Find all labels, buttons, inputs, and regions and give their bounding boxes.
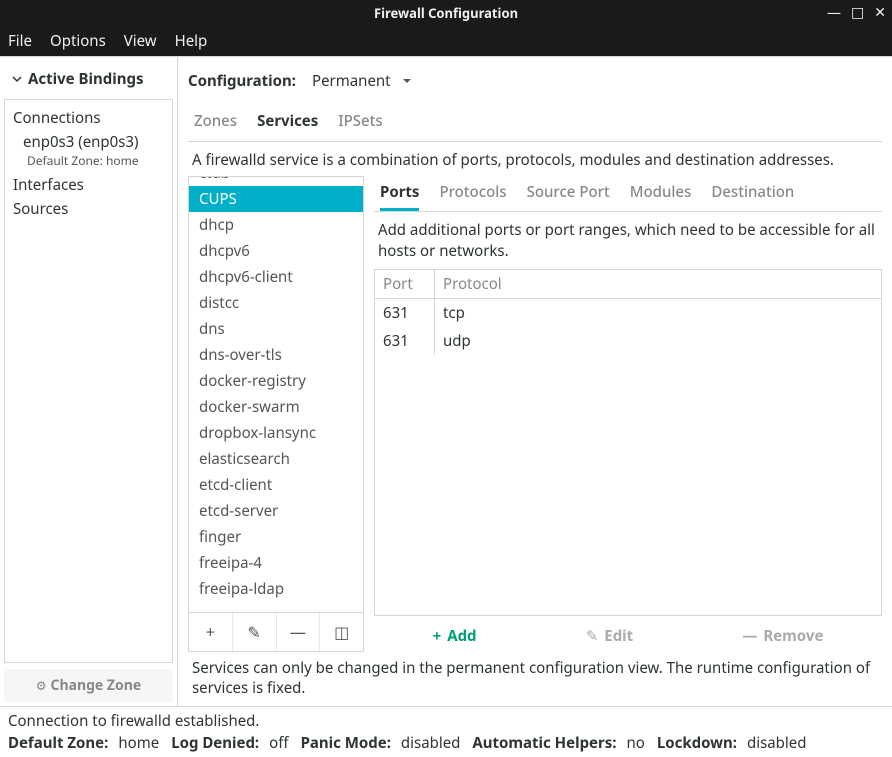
window-title: Firewall Configuration xyxy=(374,4,518,22)
configuration-dropdown[interactable]: Permanent xyxy=(308,69,417,93)
left-panel: Active Bindings Connections enp0s3 (enp0… xyxy=(0,57,178,706)
right-panel: Configuration: Permanent Zones Services … xyxy=(178,57,892,706)
dtab-destination[interactable]: Destination xyxy=(711,176,794,211)
service-item[interactable]: etcd-client xyxy=(189,472,363,498)
status-connection: Connection to firewalld established. xyxy=(8,711,884,731)
minus-icon: — xyxy=(742,626,757,646)
titlebar: Firewall Configuration — □ ✕ xyxy=(0,0,892,26)
col-protocol[interactable]: Protocol xyxy=(435,270,510,298)
cell-port: 631 xyxy=(375,327,435,355)
service-item[interactable]: dns xyxy=(189,316,363,342)
status-log-denied-key: Log Denied: xyxy=(171,733,259,753)
tab-services[interactable]: Services xyxy=(257,111,318,135)
tree-sources[interactable]: Sources xyxy=(9,197,168,221)
service-item[interactable]: etcd-server xyxy=(189,498,363,524)
tree-connection-item[interactable]: enp0s3 (enp0s3) xyxy=(9,130,168,152)
change-zone-label: Change Zone xyxy=(51,676,142,695)
tree-connections[interactable]: Connections xyxy=(9,106,168,130)
status-panic-val: disabled xyxy=(391,733,460,753)
active-bindings-header[interactable]: Active Bindings xyxy=(4,65,173,99)
port-remove-button[interactable]: — Remove xyxy=(742,626,823,646)
service-item[interactable]: elasticsearch xyxy=(189,446,363,472)
ports-description: Add additional ports or port ranges, whi… xyxy=(374,212,882,269)
menu-help[interactable]: Help xyxy=(175,31,208,51)
statusbar: Connection to firewalld established. Def… xyxy=(0,706,892,757)
tab-ipsets[interactable]: IPSets xyxy=(338,111,382,135)
services-toolbar: + ✎ — ◫ xyxy=(188,613,364,652)
service-item[interactable]: dhcpv6 xyxy=(189,238,363,264)
configuration-value: Permanent xyxy=(312,71,391,91)
detail-tabs: Ports Protocols Source Port Modules Dest… xyxy=(374,176,882,212)
service-item[interactable]: dhcpv6-client xyxy=(189,264,363,290)
close-icon[interactable]: ✕ xyxy=(874,2,886,24)
dtab-ports[interactable]: Ports xyxy=(380,176,419,211)
port-add-label: Add xyxy=(447,626,476,646)
service-item[interactable]: dropbox-lansync xyxy=(189,420,363,446)
dtab-source-port[interactable]: Source Port xyxy=(527,176,610,211)
service-item[interactable]: docker-registry xyxy=(189,368,363,394)
status-lockdown-key: Lockdown: xyxy=(657,733,737,753)
service-item[interactable]: distcc xyxy=(189,290,363,316)
service-add-button[interactable]: + xyxy=(189,613,232,651)
status-auto-key: Automatic Helpers: xyxy=(472,733,616,753)
status-lockdown-val: disabled xyxy=(737,733,806,753)
dtab-protocols[interactable]: Protocols xyxy=(439,176,506,211)
service-defaults-button[interactable]: ◫ xyxy=(319,613,363,651)
table-row[interactable]: 631udp xyxy=(375,327,881,355)
service-item[interactable]: docker-swarm xyxy=(189,394,363,420)
chevron-down-icon xyxy=(12,74,22,84)
minimize-icon[interactable]: — xyxy=(827,2,841,24)
configuration-label: Configuration: xyxy=(188,71,296,91)
dtab-modules[interactable]: Modules xyxy=(630,176,692,211)
cell-port: 631 xyxy=(375,299,435,327)
plus-icon: + xyxy=(433,626,442,646)
change-zone-button[interactable]: ⚙ Change Zone xyxy=(4,669,173,702)
service-item[interactable]: CUPS xyxy=(189,186,363,212)
status-default-zone-val: home xyxy=(108,733,159,753)
service-item[interactable]: freeipa-4 xyxy=(189,550,363,576)
service-item[interactable]: freeipa-ldap xyxy=(189,576,363,602)
service-remove-button[interactable]: — xyxy=(276,613,320,651)
menu-view[interactable]: View xyxy=(124,31,157,51)
status-log-denied-val: off xyxy=(259,733,288,753)
maximize-icon[interactable]: □ xyxy=(851,2,864,24)
menu-file[interactable]: File xyxy=(8,31,32,51)
services-footnote: Services can only be changed in the perm… xyxy=(188,652,882,703)
tree-connection-note: Default Zone: home xyxy=(9,152,168,173)
tab-zones[interactable]: Zones xyxy=(194,111,237,135)
service-item[interactable]: ctdb xyxy=(189,176,363,186)
main-tabs: Zones Services IPSets xyxy=(188,107,882,142)
service-item[interactable]: dns-over-tls xyxy=(189,342,363,368)
bindings-tree[interactable]: Connections enp0s3 (enp0s3) Default Zone… xyxy=(4,99,173,663)
port-edit-label: Edit xyxy=(604,626,633,646)
defaults-icon: ◫ xyxy=(334,621,349,643)
plus-icon: + xyxy=(206,621,215,643)
table-row[interactable]: 631tcp xyxy=(375,299,881,327)
service-item[interactable]: dhcp xyxy=(189,212,363,238)
menu-options[interactable]: Options xyxy=(50,31,106,51)
pencil-icon: ✎ xyxy=(247,621,260,643)
port-add-button[interactable]: +Add xyxy=(433,626,477,646)
service-edit-button[interactable]: ✎ xyxy=(232,613,276,651)
port-edit-button[interactable]: ✎Edit xyxy=(586,626,633,646)
port-remove-label: Remove xyxy=(763,626,823,646)
minus-icon: — xyxy=(290,621,306,643)
cell-protocol: udp xyxy=(435,327,479,355)
status-panic-key: Panic Mode: xyxy=(301,733,391,753)
tree-interfaces[interactable]: Interfaces xyxy=(9,173,168,197)
cell-protocol: tcp xyxy=(435,299,473,327)
active-bindings-label: Active Bindings xyxy=(28,69,143,89)
col-port[interactable]: Port xyxy=(375,270,435,298)
services-list[interactable]: ctdbCUPSdhcpdhcpv6dhcpv6-clientdistccdns… xyxy=(188,176,364,612)
service-item[interactable]: finger xyxy=(189,524,363,550)
pencil-icon: ✎ xyxy=(586,626,599,646)
dropdown-arrow-icon xyxy=(401,75,413,87)
gear-icon: ⚙ xyxy=(36,677,47,694)
ports-table[interactable]: Port Protocol 631tcp631udp xyxy=(374,269,882,616)
services-description: A firewalld service is a combination of … xyxy=(188,142,882,176)
menubar: File Options View Help xyxy=(0,26,892,56)
status-default-zone-key: Default Zone: xyxy=(8,733,108,753)
status-auto-val: no xyxy=(616,733,644,753)
